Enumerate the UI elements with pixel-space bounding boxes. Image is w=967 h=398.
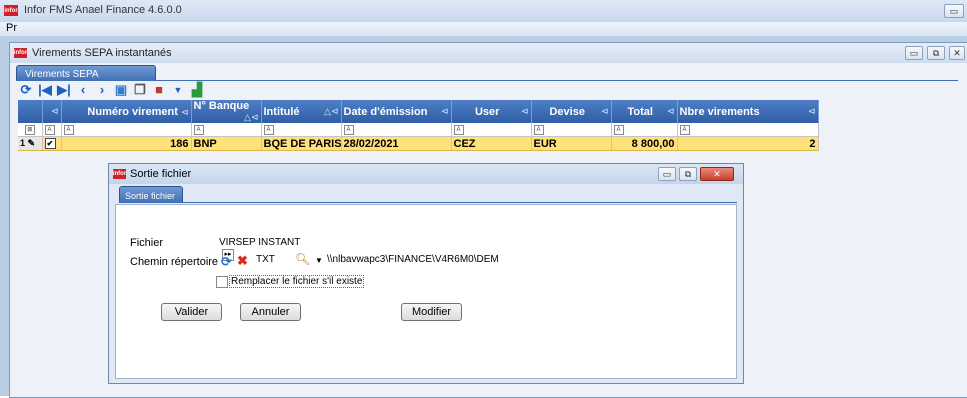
cell-total[interactable]: 8 800,00 — [611, 136, 678, 151]
grid-toolbar: ⟳ |◀ ▶| ‹ › ▣ ❐ ■ ▼ ▟ — [18, 81, 958, 99]
replace-checkbox[interactable] — [216, 276, 228, 288]
child-title: Virements SEPA instantanés — [32, 47, 172, 59]
chevron-down-icon[interactable]: ▼ — [315, 256, 323, 265]
cell-banque[interactable]: BNP — [191, 136, 262, 151]
filter-cell[interactable]: A — [341, 123, 452, 137]
dropdown-icon[interactable]: ▼ — [170, 83, 186, 97]
chemin-label: Chemin répertoire — [130, 256, 219, 268]
cell-user[interactable]: CEZ — [451, 136, 532, 151]
dialog-restore-button[interactable]: ⧉ — [679, 167, 697, 181]
grid-filter-row: ⊠ A A A A A A A A A — [18, 123, 819, 137]
valider-button[interactable]: Valider — [161, 303, 222, 321]
filter-cell[interactable]: A — [42, 123, 62, 137]
column-header-nbre[interactable]: Nbre virements ⊲ — [677, 100, 819, 123]
chart-icon[interactable]: ▟ — [189, 83, 205, 97]
filter-cell[interactable]: A — [261, 123, 342, 137]
refresh-icon[interactable]: ⟳ — [18, 83, 34, 97]
sortie-fichier-dialog: infor Sortie fichier ▭ ⧉ ✕ Sortie fichie… — [108, 163, 744, 384]
cell-nbre-virements[interactable]: 2 — [677, 136, 819, 151]
app-title: Infor FMS Anael Finance 4.6.0.0 — [24, 4, 182, 16]
previous-icon[interactable]: ‹ — [75, 83, 91, 97]
infor-logo-icon: infor — [4, 5, 18, 16]
delete-icon[interactable]: ■ — [151, 83, 167, 97]
child-restore-button[interactable]: ⧉ — [927, 46, 945, 60]
fichier-field[interactable]: VIRSEP INSTANT ▸▸ — [216, 236, 316, 262]
last-record-icon[interactable]: ▶| — [56, 83, 72, 97]
cell-date-emission[interactable]: 28/02/2021 — [341, 136, 452, 151]
filter-cell[interactable]: A — [531, 123, 612, 137]
dialog-minimize-button[interactable]: ▭ — [658, 167, 676, 181]
filter-clear-icon[interactable]: ⊠ — [18, 123, 43, 137]
tab-underline — [119, 202, 737, 203]
cell-numero-virement[interactable]: 186 — [61, 136, 192, 151]
table-row[interactable]: 1 ✎ ✔ 186 BNP BQE DE PARIS 28/02/2021 CE… — [18, 136, 819, 151]
app-menu-bar: Pr — [0, 22, 967, 36]
column-header-banque[interactable]: N° Banque △⊲ — [191, 100, 262, 123]
filter-cell[interactable]: A — [677, 123, 819, 137]
fichier-label: Fichier — [130, 237, 164, 249]
column-header-devise[interactable]: Devise ⊲ — [531, 100, 612, 123]
app-minimize-button[interactable]: ▭ — [944, 4, 964, 18]
cell-devise[interactable]: EUR — [531, 136, 612, 151]
filter-cell[interactable]: A — [611, 123, 678, 137]
tab-sortie-fichier[interactable]: Sortie fichier — [119, 186, 183, 203]
filter-cell[interactable]: A — [191, 123, 262, 137]
column-header-total[interactable]: Total ⊲ — [611, 100, 678, 123]
column-header-date[interactable]: Date d'émission ⊲ — [341, 100, 452, 123]
grid-header-row: ⊲ Numéro virement ⊲ N° Banque △⊲ Intitulé… — [18, 100, 819, 123]
search-icon[interactable]: 🔍︎ — [295, 252, 310, 266]
clear-icon[interactable]: ✖ — [237, 253, 248, 269]
tab-virements[interactable]: Virements SEPA instantanés — [16, 65, 156, 91]
infor-logo-icon: infor — [13, 48, 28, 58]
path-field[interactable]: \\nlbavwapc3\FINANCE\V4R6M0\DEM — [324, 253, 564, 268]
virements-grid: ⊲ Numéro virement ⊲ N° Banque △⊲ Intitulé… — [18, 100, 819, 151]
filter-cell[interactable]: A — [61, 123, 192, 137]
modifier-button[interactable]: Modifier — [401, 303, 462, 321]
column-header-user[interactable]: User ⊲ — [451, 100, 532, 123]
dialog-title: Sortie fichier — [130, 168, 192, 180]
infor-logo-icon: infor — [112, 169, 127, 179]
replace-label[interactable]: Remplacer le fichier s'il existe — [229, 275, 365, 288]
cell-intitule[interactable]: BQE DE PARIS — [261, 136, 342, 151]
annuler-button[interactable]: Annuler — [240, 303, 301, 321]
row-checkbox[interactable]: ✔ — [42, 136, 62, 151]
column-header-numero[interactable]: Numéro virement ⊲ — [61, 100, 192, 123]
filter-cell[interactable]: A — [451, 123, 532, 137]
new-record-icon[interactable]: ▣ — [113, 83, 129, 97]
menu-item-partial[interactable]: Pr — [6, 22, 17, 34]
child-close-button[interactable]: ✕ — [949, 46, 965, 60]
child-minimize-button[interactable]: ▭ — [905, 46, 923, 60]
copy-icon[interactable]: ❐ — [132, 83, 148, 97]
dialog-title-bar: infor Sortie fichier ▭ ⧉ ✕ — [109, 164, 743, 184]
app-title-bar: infor Infor FMS Anael Finance 4.6.0.0 ▭ — [0, 0, 967, 22]
row-selector-header — [18, 100, 43, 123]
refresh-icon[interactable]: ⟳ — [221, 254, 232, 270]
first-record-icon[interactable]: |◀ — [37, 83, 53, 97]
column-header-intitule[interactable]: Intitulé △⊲ — [261, 100, 342, 123]
dialog-panel: Fichier VIRSEP INSTANT ▸▸ Chemin réperto… — [115, 204, 737, 379]
row-selector[interactable]: 1 ✎ — [18, 136, 43, 151]
check-header: ⊲ — [42, 100, 62, 123]
next-icon[interactable]: › — [94, 83, 110, 97]
dialog-close-button[interactable]: ✕ — [700, 167, 734, 181]
fichier-value: VIRSEP INSTANT — [219, 237, 301, 248]
child-title-bar: infor Virements SEPA instantanés ▭ ⧉ ✕ — [10, 43, 967, 63]
